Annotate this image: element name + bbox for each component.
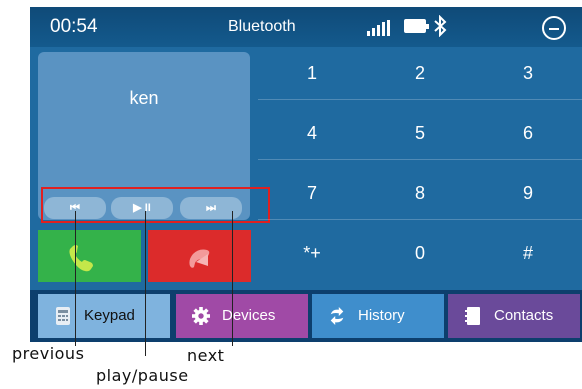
previous-callout: previous [12,344,85,363]
phone-hangup-icon [189,249,210,268]
key-3[interactable]: 3 [474,47,582,99]
key-5[interactable]: 5 [366,107,474,159]
car-head-unit-screen: 00:54 Bluetooth ken ⏮ ▶ II ⏭ 1 2 3 4 5 6… [30,7,582,342]
tab-contacts[interactable]: Contacts [448,294,580,338]
next-callout-line [232,211,233,346]
contact-name: ken [129,88,159,108]
next-callout: next [187,346,225,365]
tab-keypad[interactable]: Keypad [38,294,170,338]
answer-call-button[interactable] [38,230,141,282]
bottom-nav: Keypad Devices History Contacts [30,290,582,342]
gear-icon [192,307,210,325]
tab-devices-label: Devices [222,307,276,324]
key-4[interactable]: 4 [258,107,366,159]
key-7[interactable]: 7 [258,167,366,219]
previous-callout-line [75,211,76,346]
key-1[interactable]: 1 [258,47,366,99]
keypad-icon [56,307,70,325]
battery-icon [404,19,429,33]
key-8[interactable]: 8 [366,167,474,219]
key-2[interactable]: 2 [366,47,474,99]
tab-history[interactable]: History [312,294,444,338]
tab-keypad-label: Keypad [84,307,135,324]
canvas: 00:54 Bluetooth ken ⏮ ▶ II ⏭ 1 2 3 4 5 6… [0,0,582,389]
key-hash[interactable]: # [474,227,582,279]
play-pause-callout: play/pause [96,366,189,385]
contacts-book-icon [465,307,480,325]
phone-answer-icon [69,245,93,272]
key-star-plus[interactable]: *+ [258,227,366,279]
bluetooth-icon [434,15,447,37]
key-6[interactable]: 6 [474,107,582,159]
screen-title: Bluetooth [228,18,296,35]
sync-icon [330,307,344,325]
status-bar: 00:54 Bluetooth [30,7,582,47]
play-pause-callout-line [145,211,146,356]
signal-icon [367,20,393,36]
dial-keypad: 1 2 3 4 5 6 7 8 9 *+ 0 # [258,47,582,287]
tab-devices[interactable]: Devices [176,294,308,338]
tab-contacts-label: Contacts [494,307,554,324]
clock: 00:54 [50,16,98,37]
key-0[interactable]: 0 [366,227,474,279]
tab-history-label: History [358,307,405,324]
key-9[interactable]: 9 [474,167,582,219]
end-call-button[interactable] [148,230,251,282]
minimize-button[interactable] [542,16,566,40]
